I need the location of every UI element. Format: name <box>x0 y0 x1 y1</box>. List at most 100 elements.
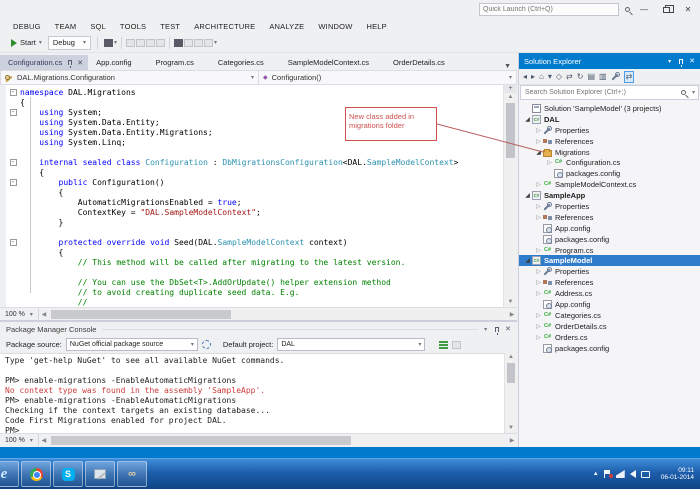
solution-explorer-titlebar[interactable]: Solution Explorer ▾ ✕ <box>519 53 700 69</box>
console-output[interactable]: Type 'get-help NuGet' to see all availab… <box>0 353 517 433</box>
scroll-down-icon[interactable]: ▼ <box>504 298 517 307</box>
editor-zoom-combo[interactable]: 100 % ▾ <box>0 308 39 320</box>
menu-help[interactable]: HELP <box>359 22 393 31</box>
tree-item-solution-samplemodel-3-projects-[interactable]: Solution 'SampleModel' (3 projects) <box>519 103 700 114</box>
tree-item-references[interactable]: ▷References <box>519 212 700 223</box>
restore-button[interactable] <box>658 4 674 16</box>
tree-item-properties[interactable]: ▷Properties <box>519 125 700 136</box>
tree-item-program-cs[interactable]: ▷C#Program.cs <box>519 245 700 256</box>
collapse-all-icon[interactable]: ▤ <box>587 72 595 82</box>
editor-vertical-scrollbar[interactable]: + ▲ ▼ <box>503 85 517 307</box>
tree-item-packages-config[interactable]: packages.config <box>519 343 700 354</box>
collapse-region-icon[interactable]: - <box>10 159 17 166</box>
home-icon[interactable]: ⌂ <box>539 72 544 82</box>
expand-icon[interactable]: ▷ <box>534 138 543 145</box>
collapse-region-icon[interactable]: - <box>10 239 17 246</box>
scroll-up-icon[interactable]: ▲ <box>504 93 517 102</box>
show-all-files-icon[interactable]: ▥ <box>599 72 607 82</box>
menu-team[interactable]: TEAM <box>48 22 84 31</box>
navigate-forward-icon[interactable] <box>136 39 145 47</box>
clear-console-icon[interactable] <box>439 341 448 349</box>
taskbar-skype-button[interactable]: S <box>53 461 83 487</box>
scroll-up-icon[interactable]: ▲ <box>505 353 517 362</box>
scroll-left-icon[interactable]: ◀ <box>39 311 49 318</box>
tree-item-orderdetails-cs[interactable]: ▷C#OrderDetails.cs <box>519 321 700 332</box>
stop-icon[interactable] <box>174 39 183 47</box>
console-vertical-scrollbar[interactable]: ▲ ▼ <box>504 353 517 433</box>
solution-configuration-combo[interactable]: Debug ▾ <box>48 36 91 50</box>
package-source-combo[interactable]: NuGet official package source ▾ <box>66 338 198 351</box>
tree-item-references[interactable]: ▷References <box>519 277 700 288</box>
minimize-button[interactable]: — <box>636 4 652 16</box>
tab-program-cs[interactable]: Program.cs <box>148 55 210 70</box>
close-icon[interactable]: ✕ <box>689 57 695 65</box>
taskbar-internet-explorer-button[interactable]: e <box>0 461 19 487</box>
switch-views-icon[interactable]: ▾ <box>548 72 552 82</box>
step-over-icon[interactable] <box>194 39 203 47</box>
quick-launch-input[interactable] <box>479 3 619 16</box>
menu-window[interactable]: WINDOW <box>311 22 359 31</box>
close-icon[interactable]: ✕ <box>505 325 511 333</box>
tab-samplemodelcontext-cs[interactable]: SampleModelContext.cs <box>280 55 385 70</box>
scroll-right-icon[interactable]: ▶ <box>507 437 517 444</box>
taskbar-clock[interactable]: 09:11 06-01-2014 <box>655 467 694 482</box>
type-dropdown[interactable]: DAL.Migrations.Configuration ▾ <box>1 71 258 84</box>
tab-overflow-chevron-icon[interactable]: ▼ <box>504 63 517 70</box>
tree-item-address-cs[interactable]: ▷C#Address.cs <box>519 288 700 299</box>
close-button[interactable]: ✕ <box>680 4 696 16</box>
collapse-icon[interactable]: ◢ <box>523 257 532 264</box>
window-position-icon[interactable]: ▾ <box>668 58 671 65</box>
default-project-combo[interactable]: DAL ▾ <box>277 338 425 351</box>
menu-debug[interactable]: DEBUG <box>6 22 48 31</box>
tree-item-migrations[interactable]: ◢Migrations <box>519 147 700 158</box>
pin-icon[interactable] <box>679 59 683 64</box>
tree-item-configuration-cs[interactable]: ▷C#Configuration.cs <box>519 157 700 168</box>
expand-icon[interactable]: ▷ <box>534 279 543 286</box>
tree-item-properties[interactable]: ▷Properties <box>519 266 700 277</box>
code-editor[interactable]: -namespace DAL.Migrations{- using System… <box>0 85 517 307</box>
redo-icon[interactable] <box>156 39 165 47</box>
volume-icon[interactable] <box>630 470 636 478</box>
refresh-icon[interactable]: ↻ <box>577 72 584 82</box>
console-zoom-combo[interactable]: 100 % ▾ <box>0 434 39 446</box>
expand-icon[interactable]: ▷ <box>545 159 554 166</box>
search-icon[interactable] <box>681 90 686 95</box>
tree-item-references[interactable]: ▷References <box>519 136 700 147</box>
search-icon[interactable] <box>625 7 630 12</box>
tree-item-samplemodel[interactable]: ◢C#SampleModel <box>519 255 700 266</box>
tree-item-samplemodelcontext-cs[interactable]: ▷C#SampleModelContext.cs <box>519 179 700 190</box>
tree-item-app-config[interactable]: App.config <box>519 223 700 234</box>
tree-item-properties[interactable]: ▷Properties <box>519 201 700 212</box>
splitter-grip-icon[interactable]: + <box>504 85 517 93</box>
properties-wrench-icon[interactable] <box>611 72 620 81</box>
menu-analyze[interactable]: ANALYZE <box>262 22 311 31</box>
expand-icon[interactable]: ▷ <box>534 323 543 330</box>
expand-icon[interactable]: ▷ <box>534 127 543 134</box>
pin-icon[interactable] <box>495 327 499 332</box>
tree-item-app-config[interactable]: App.config <box>519 299 700 310</box>
expand-icon[interactable]: ▷ <box>534 247 543 254</box>
tab-categories-cs[interactable]: Categories.cs <box>210 55 280 70</box>
pending-changes-filter-icon[interactable]: ◇ <box>556 72 562 82</box>
tree-item-dal[interactable]: ◢C#DAL <box>519 114 700 125</box>
expand-icon[interactable]: ▷ <box>534 334 543 341</box>
editor-horizontal-scrollbar[interactable] <box>49 308 507 320</box>
collapse-region-icon[interactable]: - <box>10 179 17 186</box>
network-signal-icon[interactable] <box>616 470 625 478</box>
tree-item-categories-cs[interactable]: ▷C#Categories.cs <box>519 310 700 321</box>
sync-with-active-document-icon[interactable]: ⇄ <box>566 72 573 82</box>
gear-icon[interactable] <box>202 340 211 349</box>
solution-search-input[interactable] <box>521 89 681 96</box>
scroll-right-icon[interactable]: ▶ <box>507 311 517 318</box>
scroll-thumb[interactable] <box>506 103 515 158</box>
tab-app-config[interactable]: App.config <box>88 55 147 70</box>
expand-icon[interactable]: ▷ <box>534 268 543 275</box>
tab-configuration-cs[interactable]: Configuration.cs✕ <box>0 55 88 70</box>
tree-item-sampleapp[interactable]: ◢C#SampleApp <box>519 190 700 201</box>
tray-expand-icon[interactable]: ▲ <box>593 471 599 477</box>
scroll-thumb[interactable] <box>51 436 351 445</box>
navigate-backward-icon[interactable] <box>126 39 135 47</box>
collapse-region-icon[interactable]: - <box>10 89 17 96</box>
step-into-icon[interactable] <box>184 39 193 47</box>
menu-architecture[interactable]: ARCHITECTURE <box>187 22 262 31</box>
